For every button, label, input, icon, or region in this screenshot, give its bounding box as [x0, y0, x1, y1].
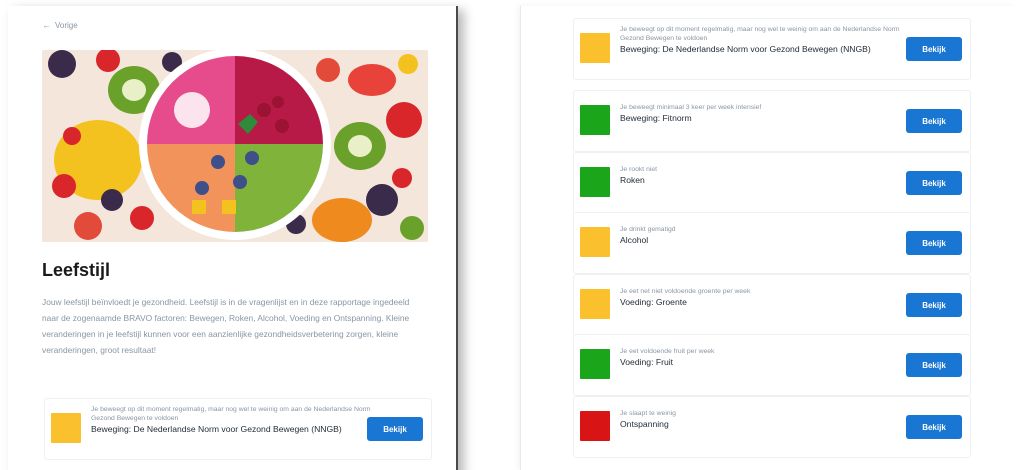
- result-title: Alcohol: [620, 235, 649, 245]
- result-description: Je beweegt op dit moment regelmatig, maa…: [620, 26, 900, 42]
- page-title: Leefstijl: [42, 260, 111, 280]
- status-swatch: [580, 105, 610, 135]
- status-swatch: [580, 227, 610, 257]
- result-description: Je rookt niet: [620, 166, 658, 173]
- result-title: Voeding: Fruit: [620, 357, 674, 367]
- status-swatch: [51, 413, 81, 443]
- result-description: Je drinkt gematigd: [620, 226, 676, 233]
- bekijk-button[interactable]: Bekijk: [906, 293, 962, 317]
- result-card-text: Je beweegt op dit moment regelmatig, maa…: [620, 25, 906, 55]
- bekijk-button[interactable]: Bekijk: [906, 109, 962, 133]
- result-card-text: Je drinkt gematigd Alcohol: [620, 225, 906, 246]
- result-title: Beweging: Fitnorm: [620, 113, 692, 123]
- result-title: Ontspanning: [620, 419, 669, 429]
- result-title: Voeding: Groente: [620, 297, 687, 307]
- result-card-text: Je eet net niet voldoende groente per we…: [620, 287, 906, 308]
- result-card-text: Je beweegt op dit moment regelmatig, maa…: [91, 405, 377, 435]
- result-description: Je slaapt te weinig: [620, 410, 676, 417]
- result-card-roken: Je rookt niet Roken Bekijk: [573, 152, 971, 214]
- results-panel: Je beweegt op dit moment regelmatig, maa…: [520, 6, 1016, 470]
- back-link[interactable]: ← Vorige: [42, 20, 78, 30]
- result-card-ontspanning: Je slaapt te weinig Ontspanning Bekijk: [573, 396, 971, 458]
- status-swatch: [580, 167, 610, 197]
- result-description: Je eet voldoende fruit per week: [620, 348, 715, 355]
- result-card-nngb: Je beweegt op dit moment regelmatig, maa…: [573, 18, 971, 80]
- hero-image-fruit-bowl: [42, 50, 428, 242]
- result-description: Je beweegt minimaal 3 keer per week inte…: [620, 104, 762, 111]
- result-title: Beweging: De Nederlandse Norm voor Gezon…: [91, 424, 342, 434]
- page-intro: Jouw leefstijl beïnvloedt je gezondheid.…: [42, 297, 410, 355]
- leefstijl-panel: ← Vorige Leefstijl Jouw leefstijl beïnvl…: [8, 6, 458, 470]
- status-swatch: [580, 349, 610, 379]
- result-card-text: Je slaapt te weinig Ontspanning: [620, 409, 906, 430]
- bekijk-button[interactable]: Bekijk: [906, 37, 962, 61]
- bekijk-button[interactable]: Bekijk: [906, 171, 962, 195]
- status-swatch: [580, 289, 610, 319]
- result-card-groente: Je eet net niet voldoende groente per we…: [573, 274, 971, 336]
- result-description: Je beweegt op dit moment regelmatig, maa…: [91, 406, 371, 422]
- back-link-label: Vorige: [55, 20, 78, 30]
- result-card-text: Je eet voldoende fruit per week Voeding:…: [620, 347, 906, 368]
- result-card-alcohol: Je drinkt gematigd Alcohol Bekijk: [573, 212, 971, 274]
- status-swatch: [580, 33, 610, 63]
- arrow-left-icon: ←: [42, 20, 51, 30]
- bekijk-button[interactable]: Bekijk: [906, 231, 962, 255]
- status-swatch: [580, 411, 610, 441]
- result-card-fitnorm: Je beweegt minimaal 3 keer per week inte…: [573, 90, 971, 152]
- bekijk-button[interactable]: Bekijk: [906, 353, 962, 377]
- result-description: Je eet net niet voldoende groente per we…: [620, 288, 751, 295]
- result-card-text: Je rookt niet Roken: [620, 165, 906, 186]
- result-title: Roken: [620, 175, 645, 185]
- bekijk-button[interactable]: Bekijk: [367, 417, 423, 441]
- result-card-fruit: Je eet voldoende fruit per week Voeding:…: [573, 334, 971, 396]
- result-title: Beweging: De Nederlandse Norm voor Gezon…: [620, 44, 871, 54]
- result-card: Je beweegt op dit moment regelmatig, maa…: [44, 398, 432, 460]
- result-card-text: Je beweegt minimaal 3 keer per week inte…: [620, 103, 906, 124]
- bekijk-button[interactable]: Bekijk: [906, 415, 962, 439]
